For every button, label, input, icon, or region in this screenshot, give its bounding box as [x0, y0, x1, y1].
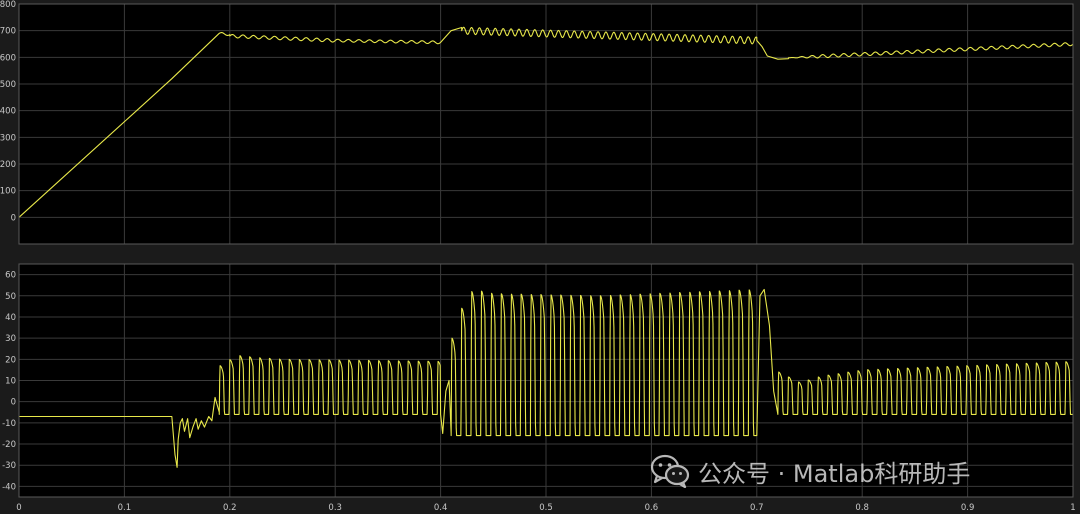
y-tick-label: 50 — [5, 292, 16, 302]
y-tick-label: 30 — [5, 334, 16, 344]
x-tick-label: 0.3 — [328, 503, 342, 513]
upper-scope-axes: 0 100 200 300 400 500 600 700 800 — [0, 0, 1074, 245]
y-tick-label: 40 — [5, 313, 16, 323]
x-tick-label: 0.4 — [434, 503, 448, 513]
y-tick-label: 600 — [0, 53, 16, 63]
x-tick-label: 0.6 — [645, 503, 659, 513]
x-tick-label: 0.2 — [223, 503, 237, 513]
x-tick-label: 1 — [1070, 503, 1075, 513]
x-tick-label: 0.5 — [539, 503, 553, 513]
y-tick-label: 500 — [0, 80, 16, 90]
y-tick-label: 700 — [0, 27, 16, 37]
x-tick-label: 0.9 — [961, 503, 975, 513]
y-tick-label: 10 — [5, 377, 16, 387]
x-tick-label: 0 — [16, 503, 21, 513]
y-tick-label: 400 — [0, 107, 16, 117]
y-tick-label: 0 — [11, 398, 16, 408]
scope-figure: 0100200300400500600700800 -40-30-20-1001… — [0, 0, 1076, 513]
y-tick-label: -20 — [2, 440, 16, 450]
y-tick-label: 100 — [0, 187, 16, 197]
y-tick-label: -40 — [2, 482, 16, 492]
y-tick-label: 60 — [5, 271, 16, 281]
watermark-text: 公众号 · Matlab科研助手 — [698, 459, 971, 488]
y-tick-label: -10 — [2, 419, 16, 429]
wechat-icon — [650, 454, 690, 488]
y-tick-label: 300 — [0, 133, 16, 143]
y-tick-label: 20 — [5, 355, 16, 365]
y-tick-label: -30 — [2, 461, 16, 471]
x-tick-label: 0.1 — [118, 503, 132, 513]
y-tick-label: 0 — [11, 213, 16, 223]
x-tick-label: 0.8 — [855, 503, 869, 513]
x-tick-label: 0.7 — [750, 503, 764, 513]
watermark: 公众号 · Matlab科研助手 — [650, 454, 970, 488]
y-tick-label: 200 — [0, 160, 16, 170]
y-tick-label: 800 — [0, 0, 16, 10]
